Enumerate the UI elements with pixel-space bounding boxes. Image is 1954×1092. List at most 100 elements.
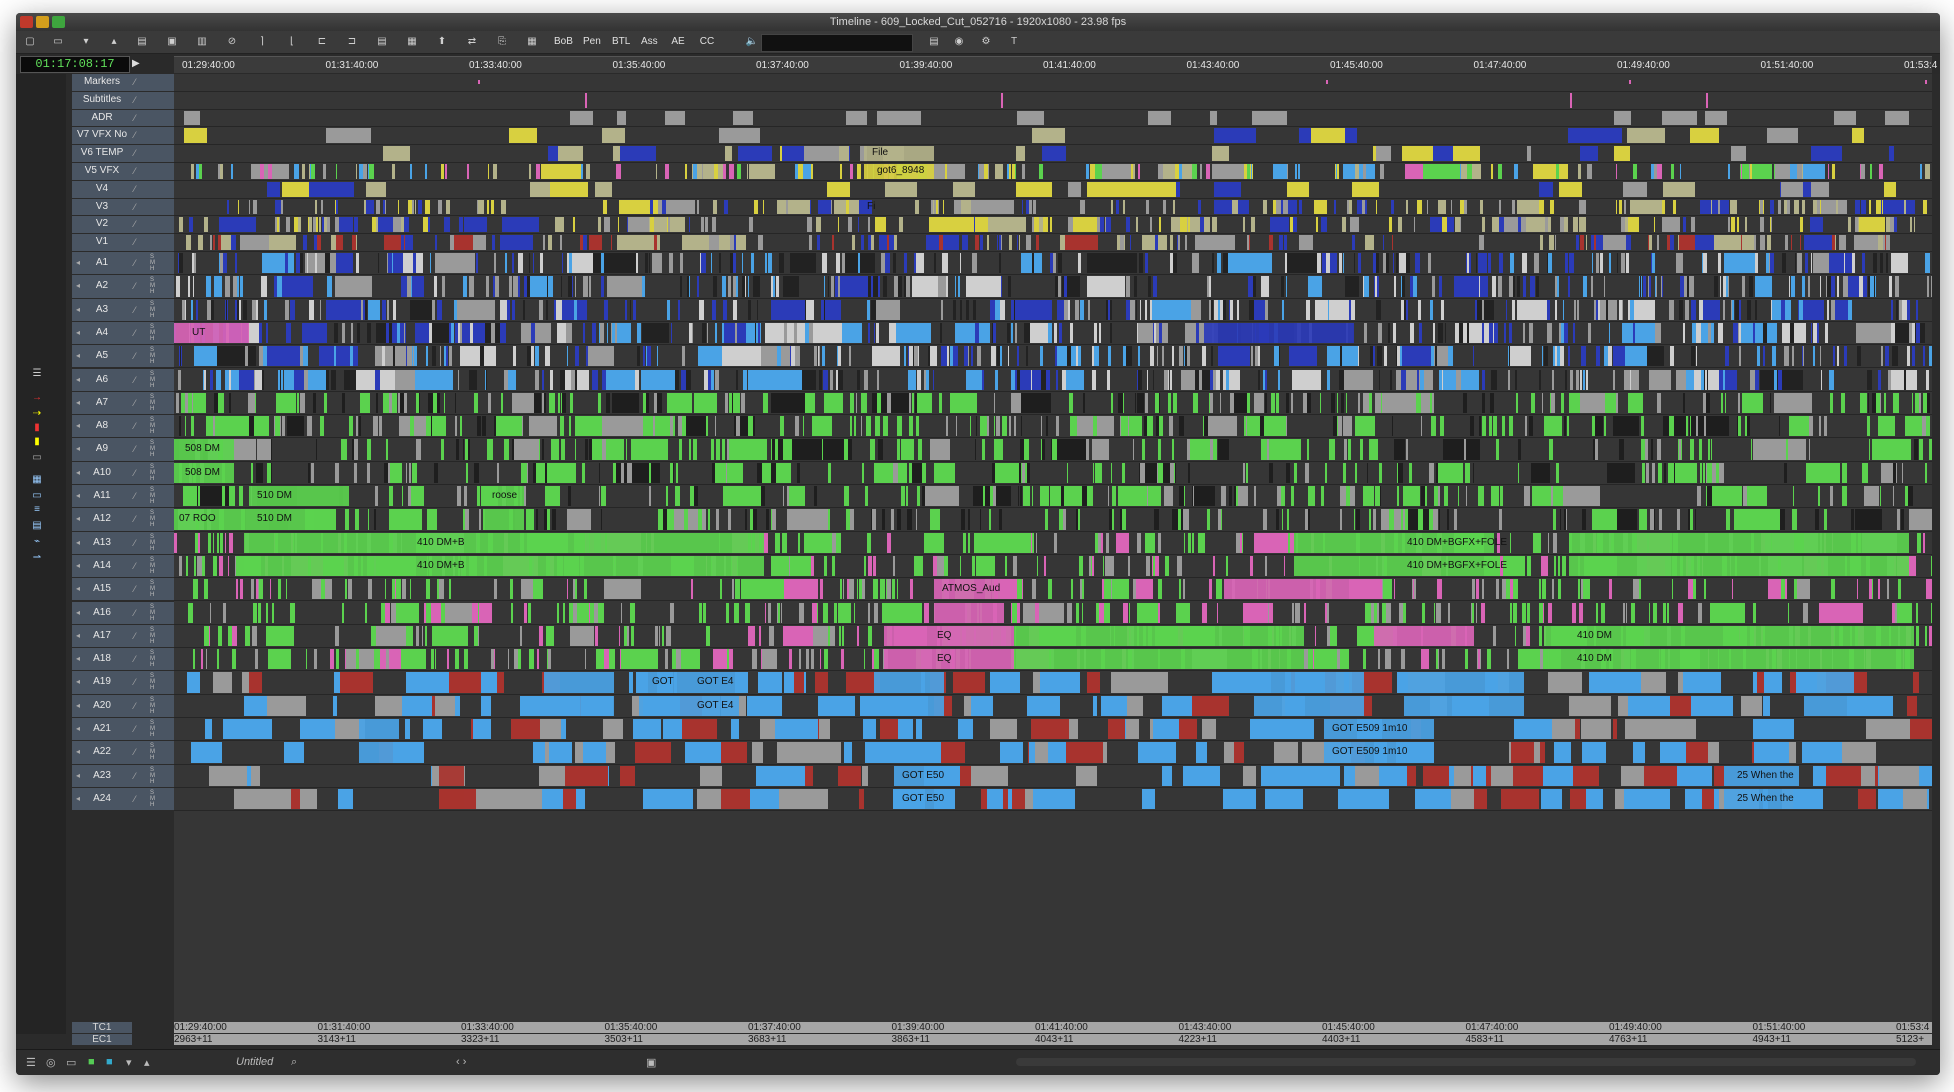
clip[interactable]	[284, 164, 290, 179]
clip[interactable]	[1793, 199, 1799, 215]
clip[interactable]	[490, 199, 494, 215]
clip[interactable]	[774, 532, 780, 553]
clip[interactable]	[1136, 217, 1138, 233]
clip[interactable]	[547, 276, 549, 297]
clip[interactable]	[518, 253, 523, 274]
clip[interactable]	[1605, 299, 1608, 320]
clip[interactable]	[490, 649, 494, 670]
clip[interactable]	[1781, 322, 1806, 344]
clip[interactable]	[588, 602, 590, 623]
clip[interactable]	[1539, 649, 1544, 670]
clip[interactable]	[1632, 164, 1637, 179]
clip[interactable]	[899, 416, 902, 437]
clip[interactable]	[1812, 322, 1818, 344]
clip[interactable]	[306, 416, 312, 437]
clip[interactable]	[1314, 625, 1317, 647]
clip[interactable]	[1780, 509, 1785, 530]
toolbar-tool-icon[interactable]: ⊐	[344, 34, 360, 50]
clip[interactable]	[1320, 486, 1325, 507]
track-header-a3[interactable]: A3 ⁄ ◂ S M H	[72, 298, 174, 322]
clip[interactable]	[714, 416, 716, 437]
clip[interactable]	[1912, 672, 1920, 693]
clip[interactable]	[1511, 416, 1514, 437]
clip[interactable]	[542, 439, 544, 460]
clip[interactable]	[435, 253, 474, 274]
clip[interactable]	[671, 416, 673, 437]
clip[interactable]	[209, 765, 233, 786]
clip[interactable]	[1136, 532, 1141, 553]
clip[interactable]	[823, 276, 825, 297]
clip[interactable]	[431, 346, 436, 367]
clip[interactable]	[1806, 462, 1837, 483]
clip[interactable]	[1158, 217, 1162, 233]
clip[interactable]	[722, 462, 727, 483]
clip[interactable]	[1158, 462, 1163, 483]
clip[interactable]	[527, 276, 531, 297]
clip[interactable]	[1676, 369, 1687, 390]
clip[interactable]	[1212, 253, 1215, 274]
clip[interactable]	[1362, 486, 1374, 507]
clip[interactable]	[318, 217, 322, 233]
clip[interactable]	[184, 392, 189, 414]
clip[interactable]	[867, 276, 872, 297]
clip[interactable]	[463, 509, 465, 530]
clip[interactable]	[1501, 579, 1507, 600]
clip[interactable]	[1603, 276, 1605, 297]
clip[interactable]	[827, 276, 829, 297]
clip[interactable]	[1169, 462, 1175, 483]
clip[interactable]	[223, 602, 226, 623]
track-lock-icon[interactable]: ⁄	[134, 199, 136, 216]
clip[interactable]	[1539, 199, 1544, 215]
clip[interactable]	[1745, 164, 1749, 179]
clip[interactable]	[1521, 199, 1526, 215]
tool-view-icon[interactable]: ▦	[22, 474, 52, 486]
clip[interactable]	[681, 719, 718, 740]
clip[interactable]	[830, 276, 835, 297]
clip[interactable]	[911, 276, 939, 297]
clip[interactable]	[571, 462, 576, 483]
clip[interactable]	[1475, 602, 1478, 623]
clip[interactable]	[1408, 462, 1412, 483]
clip[interactable]	[1432, 276, 1436, 297]
clip[interactable]	[874, 649, 879, 670]
clip[interactable]	[431, 299, 435, 320]
tool-levels-icon[interactable]: ≡	[22, 504, 52, 516]
clip[interactable]	[330, 235, 333, 250]
clip[interactable]	[929, 346, 937, 367]
clip[interactable]	[838, 346, 842, 367]
clip[interactable]	[335, 322, 338, 344]
clip[interactable]	[388, 146, 397, 161]
clip[interactable]	[1666, 602, 1669, 623]
clip[interactable]	[1596, 602, 1598, 623]
clip[interactable]	[688, 217, 691, 233]
clip[interactable]	[428, 217, 431, 233]
clip[interactable]	[600, 322, 604, 344]
clip[interactable]	[1376, 602, 1379, 623]
clip[interactable]	[777, 439, 783, 460]
clip[interactable]	[763, 392, 766, 414]
clip[interactable]	[1152, 299, 1192, 320]
clip[interactable]	[1329, 439, 1334, 460]
clip[interactable]	[811, 164, 813, 179]
clip[interactable]	[1572, 217, 1578, 233]
clip[interactable]	[544, 742, 550, 763]
clip[interactable]	[1859, 392, 1868, 414]
clip[interactable]	[1931, 602, 1932, 623]
clip[interactable]	[1082, 602, 1084, 623]
clip[interactable]	[1325, 462, 1327, 483]
clip[interactable]	[1919, 439, 1924, 460]
clip[interactable]	[1648, 276, 1652, 297]
solo-mute-icon[interactable]: SMH	[150, 557, 160, 575]
clip[interactable]	[1168, 392, 1172, 414]
clip[interactable]	[256, 579, 259, 600]
clip[interactable]	[179, 416, 182, 437]
clip[interactable]	[1156, 346, 1159, 367]
clip[interactable]	[952, 299, 956, 320]
clip[interactable]	[285, 579, 288, 600]
clip[interactable]	[231, 235, 236, 250]
clip[interactable]	[1311, 128, 1346, 144]
clip[interactable]	[1098, 439, 1102, 460]
clip[interactable]	[1587, 322, 1591, 344]
clip[interactable]	[1192, 253, 1196, 274]
track-header-a23[interactable]: A23 ⁄ ◂ S M H	[72, 764, 174, 788]
